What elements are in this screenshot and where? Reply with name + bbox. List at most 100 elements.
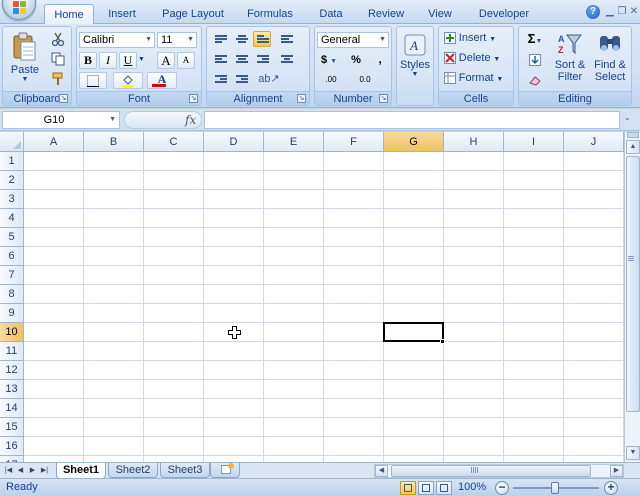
select-all-button[interactable] — [0, 132, 24, 152]
row-header-6[interactable]: 6 — [0, 247, 24, 266]
delete-cells-button[interactable]: Delete ▼ — [441, 51, 511, 68]
underline-button[interactable]: U — [119, 52, 137, 69]
scroll-up-icon[interactable]: ▲ — [626, 140, 640, 154]
last-sheet-icon[interactable]: ▶| — [39, 465, 50, 476]
styles-button[interactable]: A Styles ▼ — [399, 31, 431, 89]
column-header-d[interactable]: D — [204, 132, 264, 152]
normal-view-button[interactable] — [400, 481, 416, 495]
fill-color-button[interactable] — [113, 72, 143, 89]
percent-button[interactable]: % — [347, 52, 365, 68]
sheet-tab-sheet2[interactable]: Sheet2 — [108, 463, 158, 478]
number-format-select[interactable]: General ▼ — [317, 32, 389, 48]
scroll-right-icon[interactable]: ▶ — [610, 465, 623, 477]
zoom-out-button[interactable]: − — [495, 481, 509, 495]
tab-developer[interactable]: Developer — [472, 4, 536, 24]
insert-function-icon[interactable]: fx — [185, 113, 196, 127]
row-header-7[interactable]: 7 — [0, 266, 24, 285]
vertical-scrollbar[interactable]: ▲ ▼ — [624, 132, 640, 462]
row-header-11[interactable]: 11 — [0, 342, 24, 361]
sort-filter-button[interactable]: AZ Sort & Filter — [551, 31, 589, 89]
page-break-view-button[interactable] — [436, 481, 452, 495]
worksheet-grid[interactable]: ABCDEFGHIJ 1234567891011121314151617 — [0, 132, 624, 462]
decrease-indent-button[interactable] — [211, 71, 229, 87]
row-header-3[interactable]: 3 — [0, 190, 24, 209]
close-icon[interactable]: ✕ — [628, 6, 640, 18]
format-painter-button[interactable] — [49, 71, 67, 87]
column-header-h[interactable]: H — [444, 132, 504, 152]
tab-formulas[interactable]: Formulas — [240, 4, 300, 24]
vertical-scroll-thumb[interactable] — [626, 156, 640, 412]
increase-indent-button[interactable] — [232, 71, 250, 87]
zoom-level[interactable]: 100% — [458, 481, 486, 493]
font-color-button[interactable]: A — [147, 72, 177, 89]
bold-button[interactable]: B — [79, 52, 97, 69]
sheet-tab-sheet3[interactable]: Sheet3 — [160, 463, 210, 478]
increase-decimal-button[interactable]: .00 — [317, 72, 345, 88]
format-cells-button[interactable]: Format ▼ — [441, 71, 511, 88]
formula-input[interactable] — [204, 111, 620, 129]
split-box[interactable] — [627, 132, 639, 138]
name-box[interactable]: G10 ▼ — [2, 111, 120, 129]
row-header-2[interactable]: 2 — [0, 171, 24, 190]
orientation-button[interactable] — [277, 31, 301, 47]
horizontal-scroll-thumb[interactable] — [391, 465, 591, 477]
row-header-16[interactable]: 16 — [0, 437, 24, 456]
active-cell[interactable] — [383, 322, 444, 342]
chevron-down-icon[interactable]: ▼ — [138, 56, 145, 63]
row-header-10[interactable]: 10 — [0, 323, 24, 342]
clear-button[interactable] — [521, 71, 549, 88]
row-header-14[interactable]: 14 — [0, 399, 24, 418]
zoom-in-button[interactable]: + — [604, 481, 618, 495]
fill-button[interactable] — [521, 51, 549, 68]
font-name-select[interactable]: Calibri ▼ — [79, 32, 155, 48]
paste-button[interactable]: Paste ▼ — [7, 29, 43, 87]
align-middle-button[interactable] — [232, 31, 250, 47]
row-header-12[interactable]: 12 — [0, 361, 24, 380]
row-header-15[interactable]: 15 — [0, 418, 24, 437]
row-header-9[interactable]: 9 — [0, 304, 24, 323]
row-header-4[interactable]: 4 — [0, 209, 24, 228]
copy-button[interactable] — [49, 51, 67, 67]
insert-worksheet-button[interactable] — [210, 463, 240, 478]
scroll-down-icon[interactable]: ▼ — [626, 446, 640, 460]
tab-view[interactable]: View — [422, 4, 458, 24]
scroll-left-icon[interactable]: ◀ — [375, 465, 388, 477]
align-right-button[interactable] — [253, 51, 271, 67]
align-left-button[interactable] — [211, 51, 229, 67]
zoom-slider-thumb[interactable] — [551, 482, 559, 494]
dialog-launcher-icon[interactable]: ↘ — [189, 94, 198, 103]
tab-home[interactable]: Home — [44, 4, 94, 25]
tab-review[interactable]: Review — [362, 4, 410, 24]
column-header-j[interactable]: J — [564, 132, 624, 152]
insert-cells-button[interactable]: Insert ▼ — [441, 31, 511, 48]
fill-handle[interactable] — [440, 339, 445, 344]
comma-button[interactable]: , — [371, 52, 389, 68]
column-header-b[interactable]: B — [84, 132, 144, 152]
merge-center-button[interactable] — [277, 51, 301, 67]
dialog-launcher-icon[interactable]: ↘ — [297, 94, 306, 103]
font-size-select[interactable]: 11 ▼ — [157, 32, 197, 48]
column-header-f[interactable]: F — [324, 132, 384, 152]
restore-icon[interactable]: ❐ — [616, 6, 628, 18]
column-header-i[interactable]: I — [504, 132, 564, 152]
decrease-decimal-button[interactable]: 0.0 — [351, 72, 379, 88]
currency-button[interactable]: $ ▼ — [317, 52, 341, 68]
borders-button[interactable] — [79, 72, 107, 89]
sheet-tab-sheet1[interactable]: Sheet1 — [56, 463, 106, 479]
align-top-button[interactable] — [211, 31, 229, 47]
shrink-font-button[interactable]: A — [177, 52, 195, 69]
cut-button[interactable] — [49, 31, 67, 47]
row-header-8[interactable]: 8 — [0, 285, 24, 304]
horizontal-scrollbar[interactable]: ◀ ▶ — [374, 464, 624, 478]
next-sheet-icon[interactable]: ▶ — [27, 465, 38, 476]
help-icon[interactable]: ? — [586, 5, 600, 19]
tab-insert[interactable]: Insert — [98, 4, 146, 24]
align-center-button[interactable] — [232, 51, 250, 67]
tab-page-layout[interactable]: Page Layout — [156, 4, 230, 24]
column-header-c[interactable]: C — [144, 132, 204, 152]
row-header-13[interactable]: 13 — [0, 380, 24, 399]
first-sheet-icon[interactable]: |◀ — [3, 465, 14, 476]
dialog-launcher-icon[interactable]: ↘ — [59, 94, 68, 103]
align-bottom-button[interactable] — [253, 31, 271, 47]
column-header-g[interactable]: G — [384, 132, 444, 152]
